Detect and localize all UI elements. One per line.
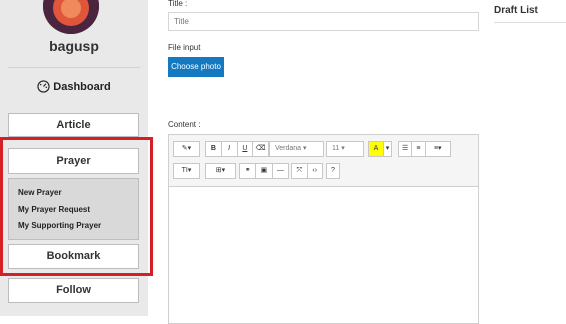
table-group: ⊞▾ xyxy=(205,163,236,179)
title-input[interactable] xyxy=(168,12,479,31)
choose-photo-button[interactable]: Choose photo xyxy=(168,57,224,77)
text-height-icon[interactable]: TI▾ xyxy=(174,164,199,178)
help-button[interactable]: ? xyxy=(327,164,339,178)
underline-button[interactable]: U xyxy=(238,142,254,156)
username: bagusp xyxy=(49,38,99,54)
view-group: ⤧ ‹› xyxy=(291,163,323,179)
chevron-down-icon[interactable]: ▾ xyxy=(384,142,391,156)
font-family-select[interactable]: Verdana ▾ xyxy=(269,141,324,157)
divider xyxy=(494,22,566,23)
help-group: ? xyxy=(326,163,340,179)
style-group: ✎▾ xyxy=(173,141,200,157)
link-icon[interactable]: ⚭ xyxy=(240,164,257,178)
divider xyxy=(8,67,140,68)
insert-group: ⚭ ▣ — xyxy=(239,163,289,179)
draft-list-title: Draft List xyxy=(494,5,538,16)
picture-icon[interactable]: ▣ xyxy=(256,164,273,178)
code-view-icon[interactable]: ‹› xyxy=(308,164,323,178)
title-label: Title : xyxy=(168,0,188,8)
align-icon[interactable]: ≡▾ xyxy=(426,142,451,156)
magic-wand-icon[interactable]: ✎▾ xyxy=(174,142,199,156)
dashboard-icon xyxy=(37,80,50,93)
font-size-select[interactable]: 11 ▾ xyxy=(326,141,364,157)
font-family-value: Verdana xyxy=(275,145,302,152)
text-color-icon[interactable]: A xyxy=(369,142,384,156)
eraser-icon[interactable]: ⌫ xyxy=(253,142,268,156)
bullet-list-icon[interactable]: ☰ xyxy=(399,142,413,156)
dashboard-label: Dashboard xyxy=(53,81,111,93)
avatar[interactable] xyxy=(43,0,99,34)
nav-follow-button[interactable]: Follow xyxy=(8,278,139,303)
fullscreen-icon[interactable]: ⤧ xyxy=(292,164,308,178)
bold-button[interactable]: B xyxy=(206,142,222,156)
nav-article-button[interactable]: Article xyxy=(8,113,139,137)
table-icon[interactable]: ⊞▾ xyxy=(206,164,235,178)
italic-button[interactable]: I xyxy=(222,142,238,156)
highlight-box xyxy=(0,137,153,276)
format-group: B I U ⌫ xyxy=(205,141,269,157)
editor-toolbar: ✎▾ B I U ⌫ Verdana ▾ 11 ▾ A ▾ ☰ ≡ ≡▾ TI▾… xyxy=(169,135,478,187)
rich-text-editor: ✎▾ B I U ⌫ Verdana ▾ 11 ▾ A ▾ ☰ ≡ ≡▾ TI▾… xyxy=(168,134,479,324)
color-group: A ▾ xyxy=(368,141,392,157)
heading-group: TI▾ xyxy=(173,163,200,179)
font-size-value: 11 xyxy=(332,145,340,152)
content-label: Content : xyxy=(168,120,201,129)
file-input-label: File input xyxy=(168,43,201,52)
numbered-list-icon[interactable]: ≡ xyxy=(412,142,426,156)
list-group: ☰ ≡ ≡▾ xyxy=(398,141,451,157)
horizontal-rule-icon[interactable]: — xyxy=(273,164,288,178)
dashboard-link[interactable]: Dashboard xyxy=(0,80,148,93)
